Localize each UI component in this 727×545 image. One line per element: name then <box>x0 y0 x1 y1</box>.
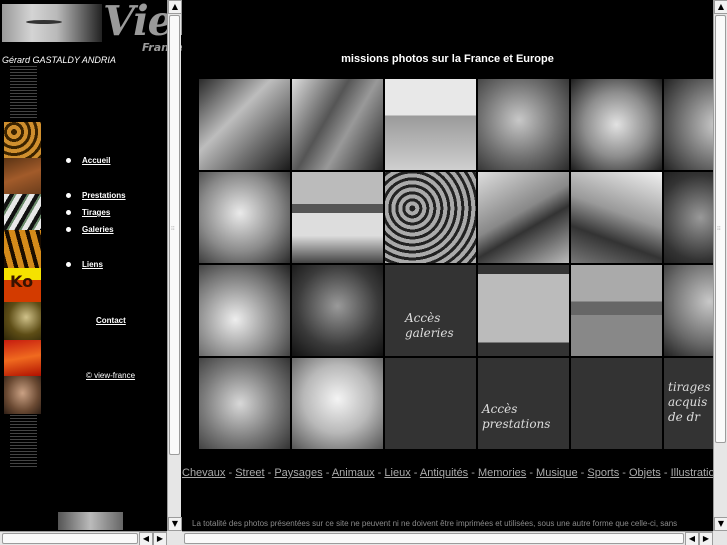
category-link[interactable]: Musique <box>536 467 578 479</box>
scroll-up-button[interactable]: ▲ <box>714 0 727 14</box>
contact-link[interactable]: Contact <box>96 316 126 325</box>
bullet-icon <box>66 210 71 215</box>
author-name: Gérard GASTALDY ANDRIA <box>2 55 116 65</box>
photo-tile[interactable] <box>478 265 569 356</box>
category-link[interactable]: Animaux <box>332 467 375 479</box>
link-separator: - <box>322 467 332 479</box>
scrollbar-corner <box>713 531 727 545</box>
category-link[interactable]: Street <box>235 467 264 479</box>
photo-tile[interactable] <box>478 79 569 170</box>
category-link[interactable]: Chevaux <box>182 467 225 479</box>
bullet-icon <box>66 227 71 232</box>
photo-tile[interactable] <box>385 79 476 170</box>
link-separator: - <box>660 467 671 479</box>
scroll-down-button[interactable]: ▼ <box>714 517 727 531</box>
scroll-thumb[interactable] <box>2 533 138 544</box>
nav-link-accueil[interactable]: Accueil <box>82 156 110 165</box>
red-texture-image <box>4 340 41 376</box>
left-frame: View France Gérard GASTALDY ANDRIA Accue… <box>0 0 182 545</box>
photo-tile[interactable] <box>199 172 290 263</box>
grip-icon: ⁝⁝ <box>171 225 175 232</box>
scroll-thumb[interactable] <box>169 15 180 455</box>
nav-link-galeries[interactable]: Galeries <box>82 225 114 234</box>
nav-link-liens[interactable]: Liens <box>82 260 103 269</box>
photo-tile[interactable] <box>292 79 383 170</box>
tiger-texture-image <box>4 230 41 268</box>
photo-tile[interactable] <box>478 172 569 263</box>
site-logo[interactable]: View France <box>2 0 182 54</box>
photo-tile[interactable] <box>571 172 662 263</box>
face-portrait-image <box>4 376 41 414</box>
link-separator: - <box>410 467 420 479</box>
photo-tile <box>571 358 662 449</box>
category-link[interactable]: Memories <box>478 467 526 479</box>
photo-tile[interactable] <box>664 79 719 170</box>
category-links: Chevaux - Street - Paysages - Animaux - … <box>182 467 715 479</box>
link-separator: - <box>526 467 537 479</box>
page-heading: missions photos sur la France et Europe <box>341 53 554 65</box>
link-separator: - <box>619 467 629 479</box>
photo-tile[interactable]: Accès prestations <box>478 358 569 449</box>
scroll-right-button[interactable]: ▶ <box>153 532 167 545</box>
category-link[interactable]: Paysages <box>274 467 322 479</box>
nav-link-tirages[interactable]: Tirages <box>82 208 110 217</box>
tile-caption: Accès galeries <box>405 311 454 340</box>
link-separator: - <box>468 467 478 479</box>
left-horizontal-scrollbar[interactable]: ◀ ▶ <box>0 531 182 545</box>
copyright-disclaimer: La totalité des photos présentées sur ce… <box>192 519 678 528</box>
photo-tile[interactable] <box>199 358 290 449</box>
link-separator: - <box>374 467 385 479</box>
copyright-link[interactable]: © view-france <box>86 371 135 380</box>
scroll-up-button[interactable]: ▲ <box>168 0 182 14</box>
bullet-icon <box>66 193 71 198</box>
leopard-texture-image <box>4 122 41 158</box>
animal-eye-image <box>4 302 41 340</box>
photo-tile[interactable] <box>292 265 383 356</box>
tile-caption: tirages acquis de dr <box>668 380 711 424</box>
bottom-thumbnail-image <box>58 512 123 530</box>
nav-link-prestations[interactable]: Prestations <box>82 191 126 200</box>
photo-tile[interactable] <box>571 79 662 170</box>
scrollbar-corner <box>167 531 182 545</box>
main-frame: missions photos sur la France et Europe … <box>182 0 727 545</box>
decorative-stripes-bottom <box>10 415 37 468</box>
photo-tile[interactable] <box>571 265 662 356</box>
photo-tile <box>385 358 476 449</box>
bullet-icon <box>66 262 71 267</box>
link-separator: - <box>225 467 236 479</box>
kodak-texture-image <box>4 268 41 302</box>
photo-tile[interactable] <box>199 79 290 170</box>
scroll-right-button[interactable]: ▶ <box>699 532 713 545</box>
scroll-left-button[interactable]: ◀ <box>685 532 699 545</box>
left-vertical-scrollbar[interactable]: ▲ ⁝⁝ ▼ <box>167 0 182 531</box>
decorative-stripes-top <box>10 66 37 118</box>
photo-grid: Accès galeries Accès prestations tirages a… <box>199 79 719 451</box>
scroll-down-button[interactable]: ▼ <box>168 517 182 531</box>
link-separator: - <box>264 467 275 479</box>
tile-caption: Accès prestations <box>482 402 551 431</box>
category-link[interactable]: Antiquités <box>420 467 468 479</box>
category-link[interactable]: Sports <box>587 467 619 479</box>
photo-tile[interactable] <box>292 172 383 263</box>
link-separator: - <box>577 467 588 479</box>
scroll-thumb[interactable] <box>184 533 684 544</box>
main-vertical-scrollbar[interactable]: ▲ ⁝⁝ ▼ <box>713 0 727 531</box>
photo-tile[interactable] <box>199 265 290 356</box>
scroll-left-button[interactable]: ◀ <box>139 532 153 545</box>
logo-face-image <box>2 4 102 42</box>
main-horizontal-scrollbar[interactable]: ◀ ▶ <box>182 531 727 545</box>
photo-tile[interactable] <box>664 265 719 356</box>
photo-tile[interactable] <box>292 358 383 449</box>
brown-texture-image <box>4 158 41 194</box>
photo-tile[interactable]: tirages acquis de dr <box>664 358 719 449</box>
bullet-icon <box>66 158 71 163</box>
photo-tile[interactable] <box>385 172 476 263</box>
photo-tile[interactable] <box>664 172 719 263</box>
grip-icon: ⁝⁝ <box>717 225 721 232</box>
category-link[interactable]: Illustratio <box>671 467 715 479</box>
zebra-texture-image <box>4 194 41 230</box>
photo-tile[interactable]: Accès galeries <box>385 265 476 356</box>
category-link[interactable]: Lieux <box>384 467 410 479</box>
category-link[interactable]: Objets <box>629 467 661 479</box>
